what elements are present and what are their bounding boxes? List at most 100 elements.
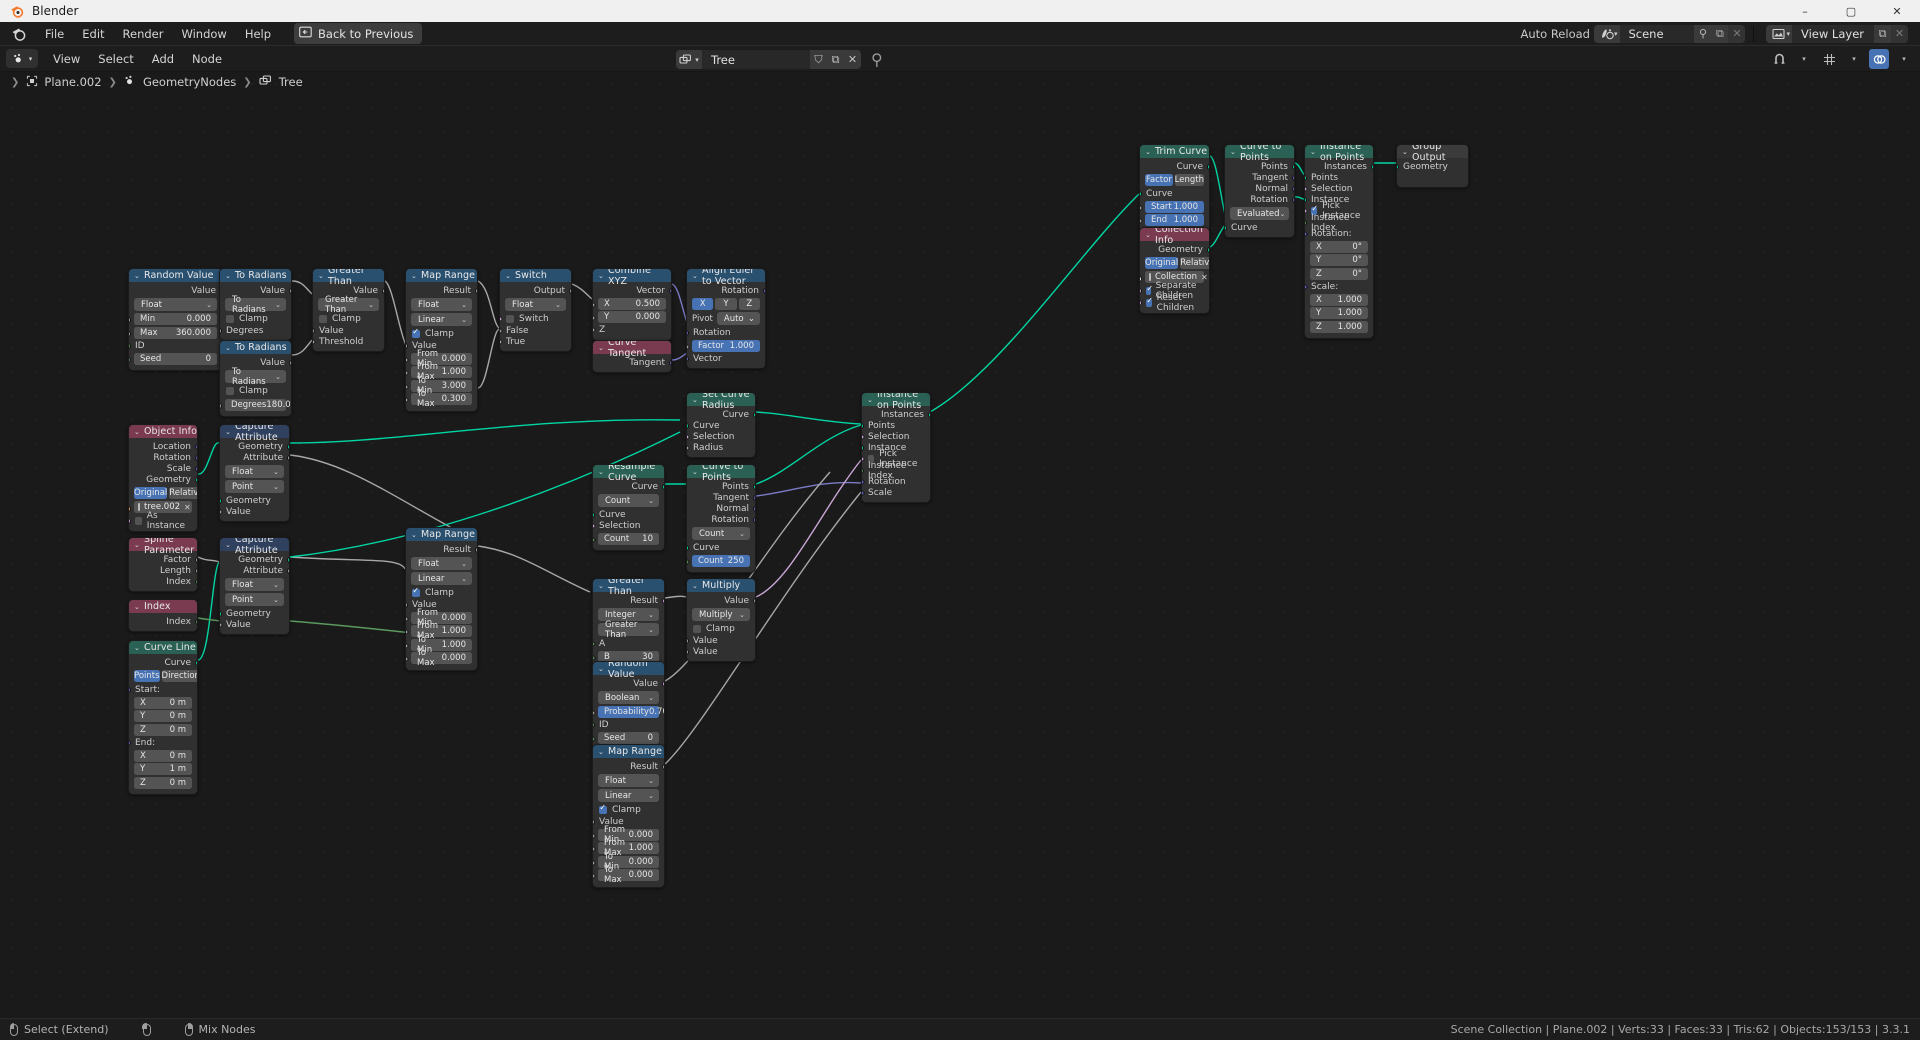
editor-type-selector[interactable]: ▾ xyxy=(6,49,38,68)
node-header[interactable]: ⌄ Map Range xyxy=(406,269,477,282)
scene-name-field[interactable]: Scene xyxy=(1620,27,1694,41)
socket-dot[interactable] xyxy=(406,395,410,405)
socket-dot[interactable] xyxy=(1207,163,1209,170)
checkbox[interactable] xyxy=(319,315,327,323)
node-header[interactable]: ⌄ Resample Curve xyxy=(593,465,664,483)
node-output-socket-row[interactable]: Curve xyxy=(593,481,664,492)
socket-dot[interactable] xyxy=(129,687,131,693)
socket-dot[interactable] xyxy=(500,314,504,324)
node-value-field[interactable]: Z 0 m xyxy=(134,723,192,736)
node-header[interactable]: ⌄ Set Curve Radius xyxy=(687,393,755,411)
socket-dot[interactable] xyxy=(753,483,755,490)
node-value-field[interactable]: To Max 0.300 xyxy=(411,389,472,409)
overlays-chevron-icon[interactable]: ▾ xyxy=(1894,49,1914,69)
node-link[interactable] xyxy=(755,459,862,598)
node-input-socket-row[interactable]: Scale xyxy=(862,487,930,498)
node-value-field[interactable]: Y 1.000 xyxy=(1310,307,1368,319)
node-index-1[interactable]: ⌄ Index Index xyxy=(128,599,198,632)
node-value-field[interactable]: End 1.000 xyxy=(1145,214,1204,226)
socket-dot[interactable] xyxy=(593,313,597,323)
editor-menu-select[interactable]: Select xyxy=(89,50,142,68)
node-tree-copy-icon[interactable]: ⧉ xyxy=(827,50,844,69)
node-output-socket-row[interactable]: Value xyxy=(220,285,291,296)
socket-dot[interactable] xyxy=(753,494,755,501)
node-header[interactable]: ⌄ Index xyxy=(129,600,197,613)
pivot-dropdown[interactable]: Auto ⌄ xyxy=(716,312,760,325)
checkbox[interactable] xyxy=(1146,296,1153,307)
socket-dot[interactable] xyxy=(1292,163,1294,170)
maximize-button[interactable]: ▢ xyxy=(1828,0,1874,22)
node-map-range-1[interactable]: ⌄Map RangeResultFloat⌄Linear⌄ClampValueF… xyxy=(405,268,478,412)
node-output-socket-row[interactable]: Tangent xyxy=(1225,172,1294,183)
scene-close-icon[interactable]: ✕ xyxy=(1728,24,1746,43)
node-input-socket-row[interactable]: Z xyxy=(593,325,671,336)
socket-dot[interactable] xyxy=(195,556,197,563)
node-output-socket-row[interactable]: Length xyxy=(129,565,197,576)
checkbox[interactable] xyxy=(693,625,701,633)
node-header[interactable]: ⌄ Spline Parameter xyxy=(129,538,197,556)
node-input-socket-row[interactable]: Points xyxy=(862,420,930,431)
node-input-socket-row[interactable]: Threshold xyxy=(313,336,384,347)
node-link[interactable] xyxy=(291,339,313,356)
collapse-chevron-icon[interactable]: ⌄ xyxy=(134,272,140,280)
node-output-socket-row[interactable]: Geometry xyxy=(129,474,197,485)
node-tree-selector[interactable]: ▾ Tree ⛉ ⧉ ✕ ⚲ xyxy=(676,50,883,69)
editor-menu-node[interactable]: Node xyxy=(183,50,231,68)
node-header[interactable]: ⌄ Instance on Points xyxy=(1305,145,1373,163)
node-toggle-group[interactable]: Factor Length xyxy=(1145,174,1204,186)
socket-dot[interactable] xyxy=(687,557,691,566)
node-link[interactable] xyxy=(571,283,593,300)
socket-dot[interactable] xyxy=(195,443,197,450)
socket-dot[interactable] xyxy=(593,871,597,881)
checkbox[interactable] xyxy=(135,517,142,525)
close-button[interactable]: ✕ xyxy=(1874,0,1920,22)
socket-dot[interactable] xyxy=(220,610,222,617)
node-value-field[interactable]: Degrees180.000 xyxy=(225,398,291,411)
socket-dot[interactable] xyxy=(687,342,691,351)
node-toggle-group[interactable]: XYZ xyxy=(692,298,760,310)
node-checkbox-row[interactable]: As Instance xyxy=(129,511,197,531)
socket-dot[interactable] xyxy=(220,620,224,629)
node-link[interactable] xyxy=(755,424,862,485)
socket-dot[interactable] xyxy=(406,342,408,349)
node-output-socket-row[interactable]: Curve xyxy=(1140,161,1209,172)
socket-dot[interactable] xyxy=(287,556,289,563)
node-output-socket-row[interactable]: Index xyxy=(129,576,197,587)
checkbox[interactable] xyxy=(1146,284,1153,295)
socket-dot[interactable] xyxy=(1140,276,1142,282)
node-dropdown[interactable]: Linear ⌄ xyxy=(411,313,472,326)
node-capture-attribute-2[interactable]: ⌄ Capture Attribute Geometry Attribute Float… xyxy=(219,537,290,635)
socket-dot[interactable] xyxy=(406,627,410,637)
collapse-chevron-icon[interactable]: ⌄ xyxy=(225,428,231,436)
node-pivot-row[interactable]: Pivot Auto ⌄ xyxy=(692,312,760,325)
editor-menu-view[interactable]: View xyxy=(44,50,89,68)
back-to-previous-button[interactable]: Back to Previous xyxy=(294,23,423,44)
collapse-chevron-icon[interactable]: ⌄ xyxy=(598,272,604,280)
node-curve-to-points-2[interactable]: ⌄ Curve to Points Points Tangent Normal Rotat… xyxy=(1224,144,1295,238)
node-multiply-1[interactable]: ⌄ Multiply Value Multiply ⌄ Clamp Value Value xyxy=(686,578,756,662)
node-header[interactable]: ⌄ Capture Attribute xyxy=(220,425,289,443)
auto-reload-label[interactable]: Auto Reload xyxy=(1520,27,1589,41)
node-header[interactable]: ⌄ Switch xyxy=(500,269,571,282)
socket-dot[interactable] xyxy=(862,444,864,451)
node-toggle-group[interactable]: OriginalRelative xyxy=(134,487,197,499)
collapse-chevron-icon[interactable]: ⌄ xyxy=(225,272,231,280)
socket-dot[interactable] xyxy=(1305,219,1307,226)
collapse-chevron-icon[interactable]: ⌄ xyxy=(134,644,140,652)
collapse-chevron-icon[interactable]: ⌄ xyxy=(598,582,604,590)
breadcrumb-item-modifier[interactable]: GeometryNodes xyxy=(124,75,236,89)
node-link[interactable] xyxy=(197,561,220,661)
node-input-socket-row[interactable]: Value xyxy=(220,506,289,517)
socket-dot[interactable] xyxy=(687,544,689,551)
socket-dot[interactable] xyxy=(1292,174,1294,181)
socket-dot[interactable] xyxy=(1305,184,1309,193)
socket-dot[interactable] xyxy=(220,402,222,409)
node-input-socket-row[interactable]: Rotation xyxy=(687,327,765,338)
socket-dot[interactable] xyxy=(195,476,197,483)
collapse-chevron-icon[interactable]: ⌄ xyxy=(867,396,873,404)
socket-dot[interactable] xyxy=(753,411,755,418)
node-output-socket-row[interactable]: Points xyxy=(687,481,755,492)
node-header[interactable]: ⌄ Curve to Points xyxy=(687,465,755,483)
node-header[interactable]: ⌄ Object Info xyxy=(129,425,197,438)
toggle-option[interactable]: Factor xyxy=(1145,174,1173,186)
